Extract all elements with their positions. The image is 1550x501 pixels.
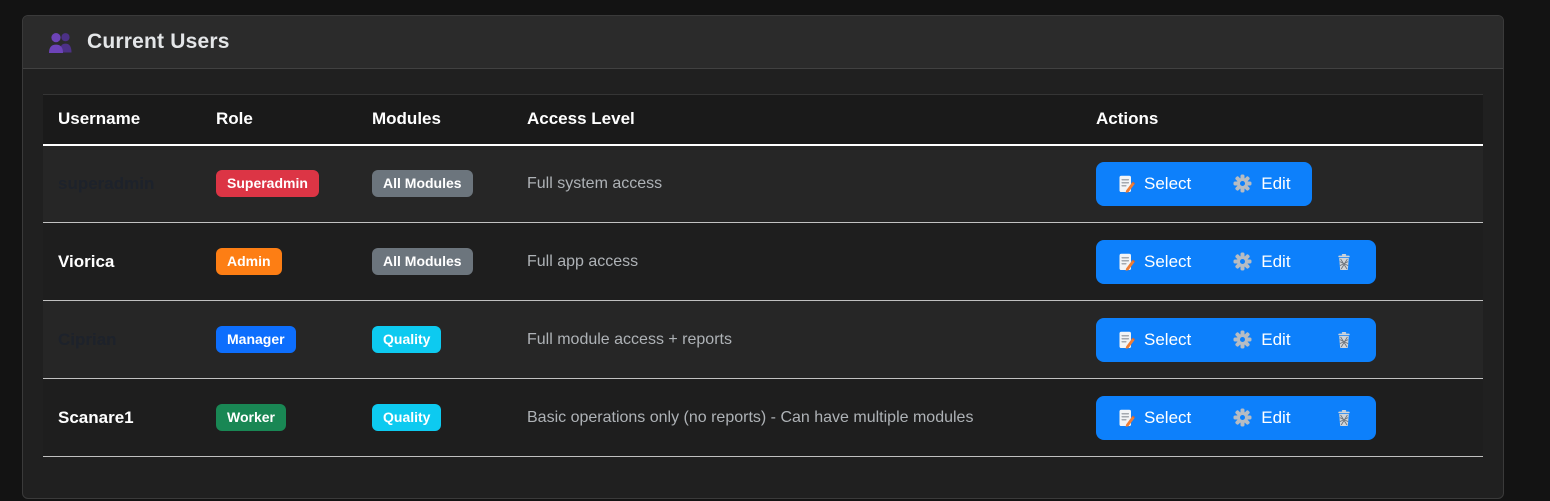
select-button-label: Select bbox=[1144, 174, 1191, 194]
select-button[interactable]: Select bbox=[1096, 318, 1212, 362]
trash-icon bbox=[1335, 331, 1353, 349]
username: Viorica bbox=[58, 252, 114, 271]
table-row: Scanare1 Worker Quality Basic operations… bbox=[43, 379, 1483, 457]
username-cell: Viorica bbox=[43, 223, 201, 301]
access-level-cell: Full app access bbox=[512, 223, 1081, 301]
access-level-cell: Full system access bbox=[512, 145, 1081, 223]
memo-icon bbox=[1117, 175, 1135, 193]
select-button-label: Select bbox=[1144, 330, 1191, 350]
gear-icon bbox=[1233, 252, 1252, 271]
current-users-panel: Current Users Username Role Modules Acce… bbox=[22, 15, 1504, 499]
access-level: Full module access + reports bbox=[527, 331, 732, 348]
memo-icon bbox=[1117, 331, 1135, 349]
select-button-label: Select bbox=[1144, 252, 1191, 272]
trash-icon bbox=[1335, 409, 1353, 427]
role-badge: Admin bbox=[216, 248, 282, 275]
role-badge: Superadmin bbox=[216, 170, 319, 197]
table-body: superadmin Superadmin All Modules Full s… bbox=[43, 145, 1483, 457]
gear-icon bbox=[1233, 330, 1252, 349]
modules-cell: Quality bbox=[357, 301, 512, 379]
column-header-modules: Modules bbox=[357, 95, 512, 145]
select-button[interactable]: Select bbox=[1096, 162, 1212, 206]
edit-button-label: Edit bbox=[1261, 252, 1290, 272]
trash-icon bbox=[1335, 253, 1353, 271]
modules-badge: All Modules bbox=[372, 248, 473, 275]
modules-cell: All Modules bbox=[357, 223, 512, 301]
edit-button-label: Edit bbox=[1261, 330, 1290, 350]
actions-cell: Select bbox=[1081, 379, 1483, 457]
access-level-cell: Full module access + reports bbox=[512, 301, 1081, 379]
table-row: Ciprian Manager Quality Full module acce… bbox=[43, 301, 1483, 379]
edit-button[interactable]: Edit bbox=[1212, 318, 1311, 362]
role-cell: Admin bbox=[201, 223, 357, 301]
actions-cell: Select bbox=[1081, 301, 1483, 379]
delete-button[interactable] bbox=[1312, 318, 1376, 362]
actions-cell: Select bbox=[1081, 145, 1483, 223]
username-cell: Scanare1 bbox=[43, 379, 201, 457]
action-buttons: Select bbox=[1096, 240, 1376, 284]
table-header-row: Username Role Modules Access Level Actio… bbox=[43, 95, 1483, 145]
role-badge: Worker bbox=[216, 404, 286, 431]
edit-button[interactable]: Edit bbox=[1212, 396, 1311, 440]
select-button[interactable]: Select bbox=[1096, 240, 1212, 284]
action-buttons: Select bbox=[1096, 318, 1376, 362]
role-cell: Superadmin bbox=[201, 145, 357, 223]
column-header-role: Role bbox=[201, 95, 357, 145]
modules-cell: Quality bbox=[357, 379, 512, 457]
username-cell: superadmin bbox=[43, 145, 201, 223]
edit-button[interactable]: Edit bbox=[1212, 162, 1311, 206]
modules-badge: Quality bbox=[372, 326, 441, 353]
gear-icon bbox=[1233, 408, 1252, 427]
column-header-access-level: Access Level bbox=[512, 95, 1081, 145]
access-level-cell: Basic operations only (no reports) - Can… bbox=[512, 379, 1081, 457]
access-level: Full system access bbox=[527, 175, 662, 192]
panel-body: Username Role Modules Access Level Actio… bbox=[23, 69, 1503, 457]
delete-button[interactable] bbox=[1312, 240, 1376, 284]
access-level: Full app access bbox=[527, 253, 638, 270]
memo-icon bbox=[1117, 409, 1135, 427]
modules-cell: All Modules bbox=[357, 145, 512, 223]
users-icon bbox=[47, 31, 74, 53]
username: superadmin bbox=[58, 174, 154, 193]
edit-button-label: Edit bbox=[1261, 174, 1290, 194]
role-badge: Manager bbox=[216, 326, 296, 353]
access-level: Basic operations only (no reports) - Can… bbox=[527, 409, 973, 426]
table-row: Viorica Admin All Modules Full app acces… bbox=[43, 223, 1483, 301]
select-button[interactable]: Select bbox=[1096, 396, 1212, 440]
modules-badge: All Modules bbox=[372, 170, 473, 197]
table-row: superadmin Superadmin All Modules Full s… bbox=[43, 145, 1483, 223]
actions-cell: Select bbox=[1081, 223, 1483, 301]
role-cell: Manager bbox=[201, 301, 357, 379]
role-cell: Worker bbox=[201, 379, 357, 457]
delete-button[interactable] bbox=[1312, 396, 1376, 440]
column-header-username: Username bbox=[43, 95, 201, 145]
select-button-label: Select bbox=[1144, 408, 1191, 428]
modules-badge: Quality bbox=[372, 404, 441, 431]
action-buttons: Select bbox=[1096, 396, 1376, 440]
column-header-actions: Actions bbox=[1081, 95, 1483, 145]
panel-header: Current Users bbox=[23, 16, 1503, 69]
edit-button[interactable]: Edit bbox=[1212, 240, 1311, 284]
memo-icon bbox=[1117, 253, 1135, 271]
gear-icon bbox=[1233, 174, 1252, 193]
users-table: Username Role Modules Access Level Actio… bbox=[43, 94, 1483, 457]
username: Scanare1 bbox=[58, 408, 134, 427]
edit-button-label: Edit bbox=[1261, 408, 1290, 428]
panel-title: Current Users bbox=[87, 30, 230, 54]
username-cell: Ciprian bbox=[43, 301, 201, 379]
action-buttons: Select bbox=[1096, 162, 1312, 206]
username: Ciprian bbox=[58, 330, 117, 349]
